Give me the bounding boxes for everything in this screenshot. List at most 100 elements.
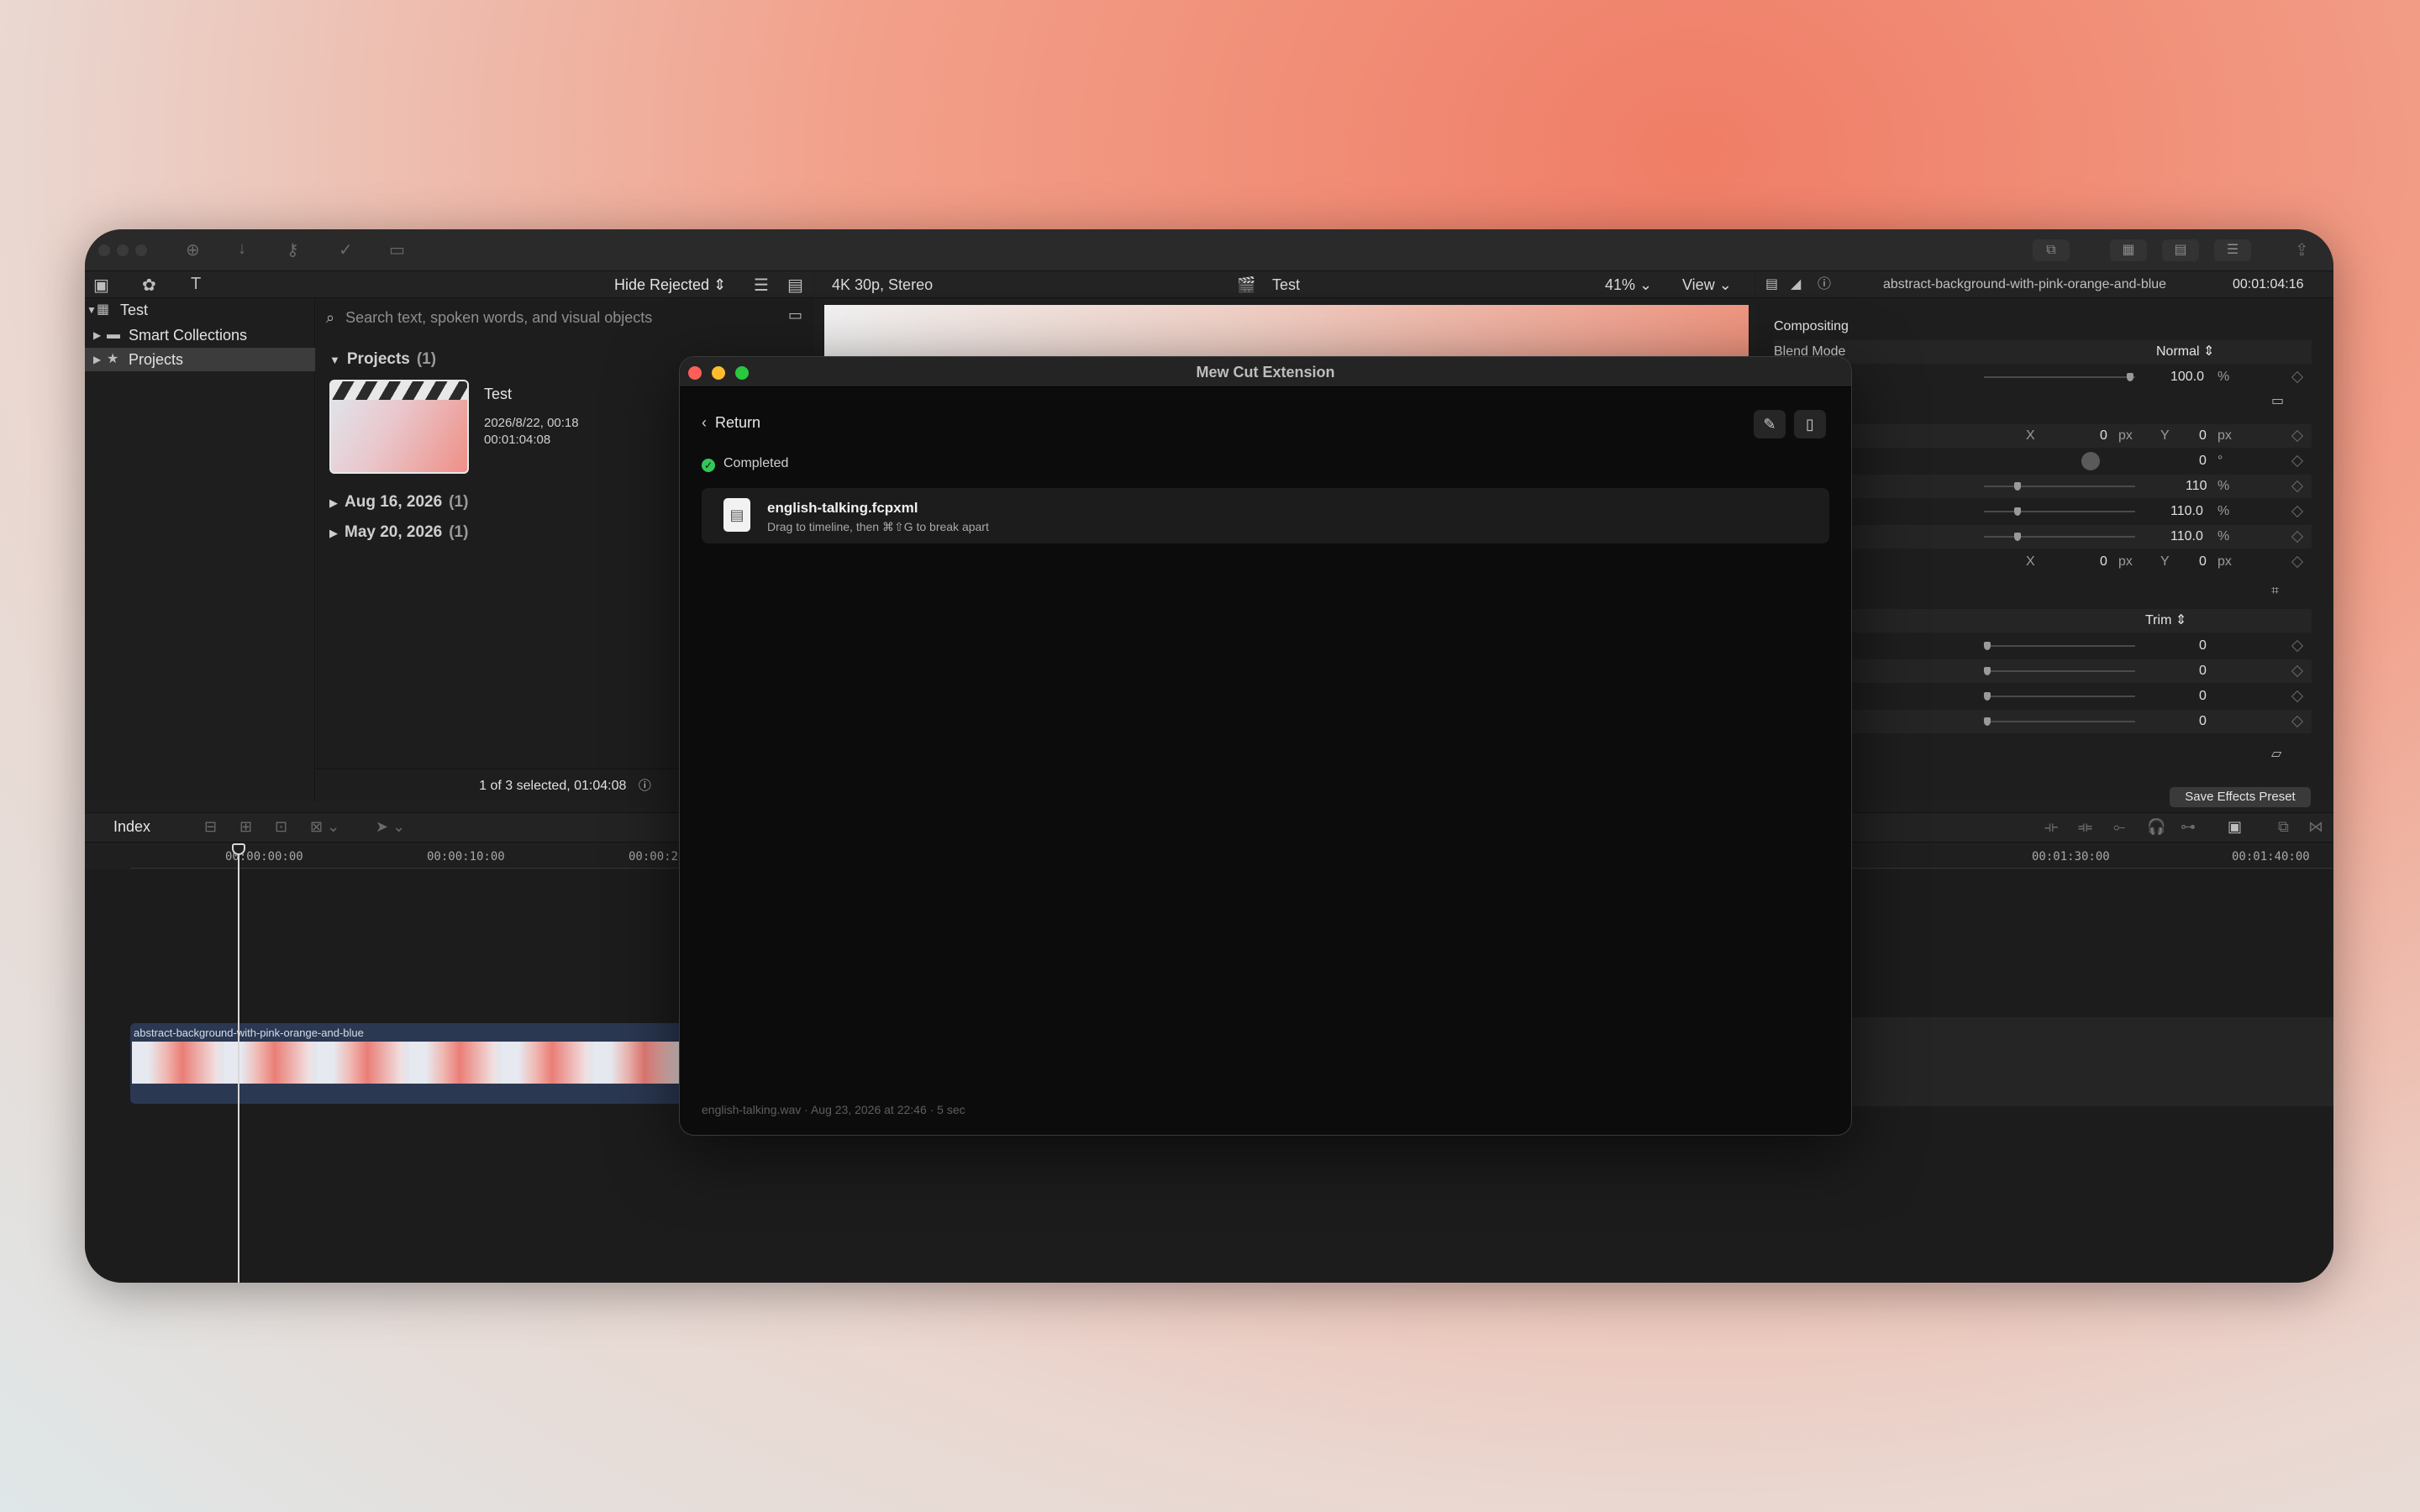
snapping-icon[interactable]: ⊶ <box>2181 818 2196 836</box>
scale-y-slider[interactable] <box>1984 536 2135 538</box>
scale-x-knob[interactable] <box>2014 507 2021 516</box>
scale-x-slider[interactable] <box>1984 511 2135 512</box>
effects-browser-icon[interactable]: ⧉ <box>2278 818 2289 836</box>
crop-type-select[interactable]: Trim ⇕ <box>2145 609 2186 633</box>
clip-appearance-icon[interactable]: ▣ <box>2228 818 2242 836</box>
blend-mode-select[interactable]: Normal ⇕ <box>2156 340 2214 364</box>
close-button[interactable] <box>688 366 702 380</box>
transform-onscreen-icon[interactable]: ▭ <box>2271 392 2284 409</box>
distort-onscreen-icon[interactable]: ▱ <box>2271 745 2281 762</box>
titles-icon[interactable]: T <box>191 275 201 294</box>
keyframe-icon[interactable] <box>2291 480 2304 493</box>
disclosure-closed-icon[interactable]: ▶ <box>93 348 101 371</box>
scale-all-knob[interactable] <box>2014 482 2021 491</box>
keyframe-icon[interactable] <box>2291 454 2304 468</box>
tag-icon[interactable]: ▭ <box>389 239 405 260</box>
download-icon[interactable]: ↓ <box>238 239 246 259</box>
save-effects-preset-button[interactable]: Save Effects Preset <box>2170 787 2311 807</box>
keyframe-icon[interactable] <box>2291 555 2304 569</box>
scale-all-slider[interactable] <box>1984 486 2135 487</box>
info-inspector-icon[interactable]: ⓘ <box>1818 271 1831 298</box>
keyframe-icon[interactable] <box>2291 505 2304 518</box>
edit-document-button[interactable]: ✎ <box>1754 410 1786 438</box>
overwrite-clip-icon[interactable]: ⊠ ⌄ <box>310 818 339 836</box>
crop-right-knob[interactable] <box>1984 667 1991 675</box>
layout-grid-icon[interactable]: ▦ <box>2110 239 2147 261</box>
keyframe-icon[interactable] <box>2291 715 2304 728</box>
project-thumbnail[interactable] <box>329 380 469 474</box>
photos-icon[interactable]: ✿ <box>142 275 156 296</box>
video-inspector-icon[interactable]: ▤ <box>1765 271 1778 298</box>
zoom-dot[interactable] <box>135 244 147 256</box>
close-dot[interactable] <box>98 244 110 256</box>
crop-top-slider[interactable] <box>1984 696 2135 697</box>
transitions-browser-icon[interactable]: ⋈ <box>2308 818 2323 836</box>
headphones-icon[interactable]: 🎧 <box>2147 818 2165 836</box>
hide-rejected-filter[interactable]: Hide Rejected ⇕ <box>614 276 726 294</box>
select-tool-icon[interactable]: ➤ ⌄ <box>376 818 405 836</box>
group-projects[interactable]: ▼ Projects (1) <box>329 350 436 369</box>
minimize-dot[interactable] <box>117 244 129 256</box>
minimize-button[interactable] <box>712 366 725 380</box>
crop-left-knob[interactable] <box>1984 642 1991 650</box>
disclosure-closed-icon[interactable]: ▶ <box>329 496 338 509</box>
import-plus-icon[interactable]: ⊕ <box>186 239 200 260</box>
playhead-line[interactable] <box>238 847 239 1283</box>
export-document-button[interactable]: ▯ <box>1794 410 1826 438</box>
keyframe-icon[interactable] <box>2291 690 2304 703</box>
key-icon[interactable]: ⚷ <box>287 239 299 260</box>
audio-skimming-icon[interactable]: ⟚ <box>2078 818 2092 836</box>
crop-top-row: 0 <box>1774 685 2312 708</box>
keyframe-icon[interactable] <box>2291 429 2304 443</box>
group-may-20[interactable]: ▶ May 20, 2026 (1) <box>329 523 468 542</box>
timeline-clip[interactable]: abstract-background-with-pink-orange-and… <box>130 1023 769 1104</box>
zoom-button[interactable] <box>735 366 749 380</box>
crop-top-knob[interactable] <box>1984 692 1991 701</box>
connect-clip-icon[interactable]: ⊡ <box>275 818 287 836</box>
background-tasks-icon[interactable]: ⧉ <box>2033 239 2070 261</box>
timeline-layout-icon[interactable]: ▤ <box>2162 239 2199 261</box>
scale-y-knob[interactable] <box>2014 533 2021 541</box>
libraries-icon[interactable]: ▣ <box>93 275 109 296</box>
search-input[interactable]: ⌕ Search text, spoken words, and visual … <box>326 305 776 330</box>
project-name[interactable]: Test <box>484 386 512 403</box>
view-menu[interactable]: View ⌄ <box>1682 271 1732 298</box>
crop-bottom-slider[interactable] <box>1984 721 2135 722</box>
keyframe-icon[interactable] <box>2291 370 2304 384</box>
crop-right-slider[interactable] <box>1984 670 2135 672</box>
crop-bottom-knob[interactable] <box>1984 717 1991 726</box>
opacity-knob[interactable] <box>2127 373 2133 381</box>
color-inspector-icon[interactable]: ◢ <box>1791 271 1801 298</box>
index-button[interactable]: Index <box>113 818 150 836</box>
disclosure-open-icon[interactable]: ▼ <box>329 354 340 366</box>
sidebar-item-projects[interactable]: ▶ ★ Projects <box>85 348 315 371</box>
zoom-menu[interactable]: 41% ⌄ <box>1605 271 1652 298</box>
insert-clip-icon[interactable]: ⊞ <box>239 818 252 836</box>
skimming-icon[interactable]: ⟛ <box>2044 818 2058 836</box>
opacity-slider[interactable] <box>1984 376 2135 378</box>
share-icon[interactable]: ⇪ <box>2295 239 2309 260</box>
rotation-dial[interactable] <box>2081 452 2100 470</box>
keyframe-icon[interactable] <box>2291 639 2304 653</box>
sidebar-item-test-library[interactable]: ▼ ▦ Test <box>85 298 315 322</box>
crop-onscreen-icon[interactable]: ⌗ <box>2271 584 2279 599</box>
disclosure-open-icon[interactable]: ▼ <box>87 298 97 322</box>
disclosure-closed-icon[interactable]: ▶ <box>93 323 101 347</box>
fcpxml-file-card[interactable]: ▤ english-talking.fcpxml Drag to timelin… <box>702 488 1829 543</box>
keyframe-icon[interactable] <box>2291 664 2304 678</box>
solo-icon[interactable]: ⟜ <box>2113 818 2125 836</box>
filter-window-icon[interactable]: ▭ <box>788 307 802 324</box>
filmstrip-view-icon[interactable]: ▤ <box>787 275 803 296</box>
crop-left-slider[interactable] <box>1984 645 2135 647</box>
group-aug-16[interactable]: ▶ Aug 16, 2026 (1) <box>329 493 468 512</box>
disclosure-closed-icon[interactable]: ▶ <box>329 527 338 539</box>
checkmark-circle-icon: ✓ <box>702 459 715 472</box>
append-clip-icon[interactable]: ⊟ <box>204 818 217 836</box>
inspector-toggle-icon[interactable]: ☰ <box>2214 239 2251 261</box>
check-circle-icon[interactable]: ✓ <box>339 239 353 260</box>
info-icon[interactable]: ⓘ <box>639 779 651 793</box>
sidebar-item-smart-collections[interactable]: ▶ ▬ Smart Collections <box>85 323 315 347</box>
keyframe-icon[interactable] <box>2291 530 2304 543</box>
return-button[interactable]: ‹ Return <box>702 414 760 432</box>
list-view-icon[interactable]: ☰ <box>754 275 769 296</box>
